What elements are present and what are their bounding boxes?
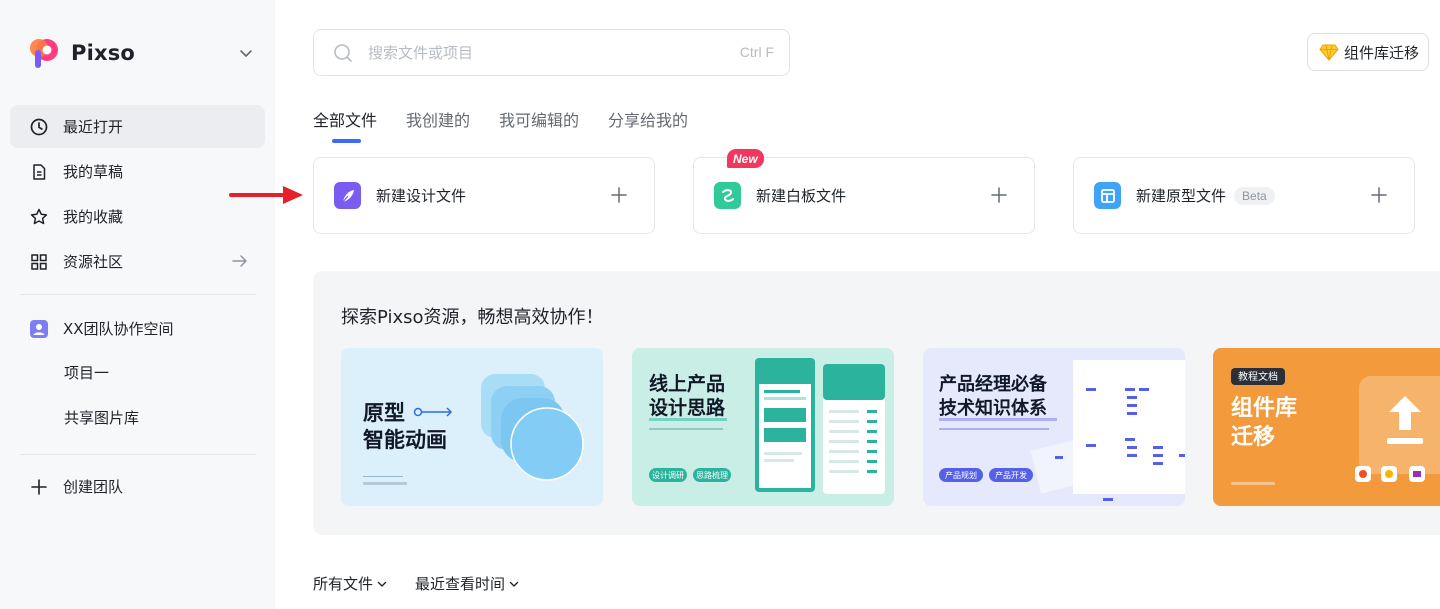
design-feather-icon: [334, 182, 361, 209]
sidebar-nav: 最近打开 我的草稿 我的收藏 资源社区: [10, 105, 265, 285]
resource-card-pm-knowledge[interactable]: 产品经理必备 技术知识体系 产品规划 产品开发: [923, 348, 1185, 506]
brand-name: Pixso: [71, 41, 136, 65]
plus-icon: [1371, 187, 1387, 203]
new-whiteboard-file-card[interactable]: New 新建白板文件: [693, 149, 1035, 234]
create-team-button[interactable]: 创建团队: [10, 465, 265, 508]
sidebar: Pixso 最近打开 我的草稿 我的收藏 资源社区 XX团队协作空间 项目一 共…: [0, 0, 275, 609]
sidebar-item-label: 资源社区: [63, 253, 124, 271]
plus-icon: [611, 187, 627, 203]
new-whiteboard-label: 新建白板文件: [756, 187, 847, 205]
new-prototype-label: 新建原型文件: [1136, 187, 1227, 205]
plus-icon: [29, 477, 49, 497]
sort-dropdown[interactable]: 最近查看时间: [415, 573, 520, 594]
file-tabs: 全部文件 我创建的 我可编辑的 分享给我的: [313, 107, 717, 143]
prototype-animation-illustration: 原型 智能动画: [363, 374, 584, 485]
card-title-line1: 组件库: [1231, 395, 1297, 421]
team-name: XX团队协作空间: [63, 320, 174, 338]
filter-label: 所有文件: [313, 575, 374, 593]
search-shortcut: Ctrl F: [739, 44, 774, 60]
card-title-line2: 智能动画: [363, 428, 447, 452]
diamond-icon: [1319, 42, 1339, 62]
team-avatar-icon: [29, 319, 49, 339]
card-tag: 产品开发: [995, 470, 1027, 480]
card-badge: 教程文档: [1238, 370, 1278, 383]
arrow-right-icon: [232, 255, 247, 267]
search-icon: [332, 42, 354, 64]
team-section: XX团队协作空间 项目一 共享图片库: [10, 307, 265, 440]
resource-card-component-migrate[interactable]: 教程文档 组件库 迁移: [1213, 348, 1440, 506]
grid-icon: [29, 252, 49, 272]
sidebar-item-drafts[interactable]: 我的草稿: [10, 150, 265, 193]
brand[interactable]: Pixso: [28, 35, 135, 71]
prototype-layout-icon: [1094, 182, 1121, 209]
whiteboard-icon: [714, 182, 741, 209]
sidebar-item-label: 最近打开: [63, 118, 124, 136]
chevron-down-icon[interactable]: [237, 44, 255, 62]
sidebar-divider: [20, 454, 256, 455]
new-prototype-file-card[interactable]: 新建原型文件 Beta: [1073, 157, 1415, 234]
component-migrate-button[interactable]: 组件库迁移: [1307, 33, 1429, 71]
card-tag: 设计调研: [652, 470, 684, 480]
project-label: 共享图片库: [64, 409, 140, 427]
sidebar-item-recent[interactable]: 最近打开: [10, 105, 265, 148]
explore-resources-panel: 探索Pixso资源，畅想高效协作！ 原型 智能动画 线上产品 设计思路 设计调研…: [313, 271, 1440, 535]
team-name-row[interactable]: XX团队协作空间: [10, 307, 265, 350]
card-title-line1: 原型: [363, 401, 405, 425]
sidebar-item-label: 我的收藏: [63, 208, 124, 226]
tab-all-files[interactable]: 全部文件: [313, 107, 377, 143]
file-list-filters: 所有文件 最近查看时间: [313, 573, 547, 594]
project-label: 项目一: [64, 364, 110, 382]
sidebar-item-label: 我的草稿: [63, 163, 124, 181]
sidebar-item-community[interactable]: 资源社区: [10, 240, 265, 283]
card-title-line2: 技术知识体系: [939, 397, 1047, 419]
sidebar-item-project-1[interactable]: 项目一: [10, 350, 265, 395]
tab-shared-with-me[interactable]: 分享给我的: [608, 107, 688, 143]
component-migrate-illustration: 教程文档 组件库 迁移: [1231, 368, 1440, 485]
pixso-logo-icon: [30, 39, 58, 68]
card-title-line1: 线上产品: [649, 372, 725, 395]
pm-knowledge-illustration: 产品经理必备 技术知识体系 产品规划 产品开发: [939, 360, 1185, 501]
resource-card-prototype-animation[interactable]: 原型 智能动画: [341, 348, 603, 506]
plus-icon: [991, 187, 1007, 203]
draft-icon: [29, 162, 49, 182]
search-box[interactable]: Ctrl F: [313, 29, 790, 76]
new-design-label: 新建设计文件: [376, 187, 467, 205]
resource-card-product-design[interactable]: 线上产品 设计思路 设计调研 思路梳理: [632, 348, 894, 506]
sidebar-item-shared-library[interactable]: 共享图片库: [10, 395, 265, 440]
all-files-dropdown[interactable]: 所有文件: [313, 573, 388, 594]
sidebar-divider: [20, 294, 256, 295]
card-tag: 思路梳理: [696, 470, 728, 480]
star-icon: [29, 207, 49, 227]
card-tag: 产品规划: [945, 470, 977, 480]
create-team-label: 创建团队: [63, 478, 124, 496]
card-title-line2: 设计思路: [649, 396, 726, 419]
new-badge: New: [727, 149, 764, 168]
tab-created-by-me[interactable]: 我创建的: [406, 107, 470, 143]
search-input[interactable]: [368, 43, 728, 62]
clock-icon: [29, 117, 49, 137]
card-title-line2: 迁移: [1231, 424, 1275, 450]
product-design-illustration: 线上产品 设计思路 设计调研 思路梳理: [649, 358, 885, 494]
card-title-line1: 产品经理必备: [939, 373, 1048, 395]
migrate-label: 组件库迁移: [1344, 43, 1420, 62]
red-arrow-annotation-icon: [229, 186, 303, 204]
chevron-down-icon: [509, 581, 519, 587]
sidebar-item-favorites[interactable]: 我的收藏: [10, 195, 265, 238]
beta-badge: Beta: [1234, 186, 1275, 205]
chevron-down-icon: [377, 581, 387, 587]
explore-title: 探索Pixso资源，畅想高效协作！: [341, 307, 604, 328]
tab-editable[interactable]: 我可编辑的: [499, 107, 579, 143]
filter-label: 最近查看时间: [415, 575, 506, 593]
new-design-file-card[interactable]: 新建设计文件: [313, 157, 655, 234]
